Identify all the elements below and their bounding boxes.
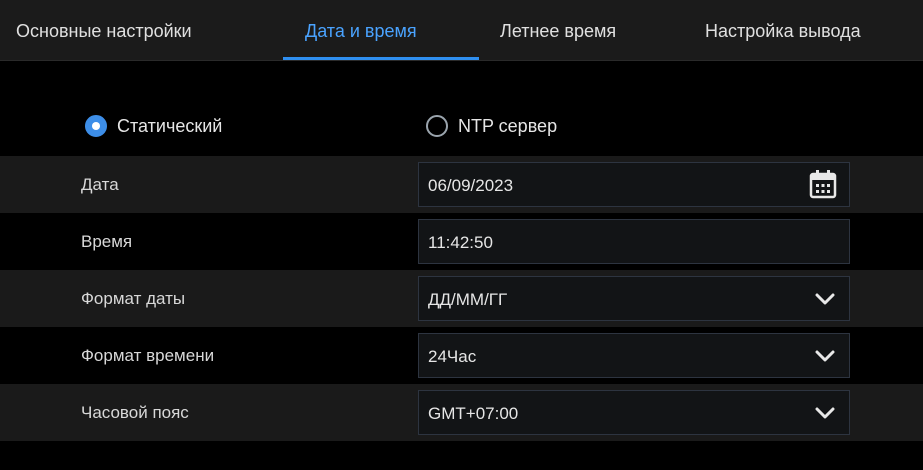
- row-time-format: Формат времени 24Час: [0, 327, 923, 384]
- settings-tab-bar: Основные настройки Дата и время Летнее в…: [0, 0, 923, 61]
- timezone-value: GMT+07:00: [428, 404, 519, 423]
- time-format-value: 24Час: [428, 347, 477, 366]
- date-format-value: ДД/ММ/ГГ: [428, 290, 508, 309]
- radio-checked-icon: [85, 115, 107, 137]
- active-tab-indicator: [283, 57, 479, 60]
- tab-basic-settings[interactable]: Основные настройки: [16, 0, 192, 60]
- time-format-label: Формат времени: [81, 346, 215, 365]
- timezone-select[interactable]: GMT+07:00: [418, 390, 850, 435]
- time-label: Время: [81, 232, 133, 251]
- date-value: 06/09/2023: [428, 176, 514, 195]
- radio-ntp-label: NTP сервер: [458, 115, 558, 136]
- tab-daylight-saving[interactable]: Летнее время: [500, 0, 616, 60]
- date-format-label: Формат даты: [81, 289, 186, 308]
- row-date: Дата 06/09/2023: [0, 156, 923, 213]
- chevron-down-icon: [815, 407, 835, 419]
- chevron-down-icon: [815, 350, 835, 362]
- time-field[interactable]: 11:42:50: [418, 219, 850, 264]
- timezone-label: Часовой пояс: [81, 403, 189, 422]
- row-time: Время 11:42:50: [0, 213, 923, 270]
- row-date-format: Формат даты ДД/ММ/ГГ: [0, 270, 923, 327]
- time-format-select[interactable]: 24Час: [418, 333, 850, 378]
- date-field[interactable]: 06/09/2023: [418, 162, 850, 207]
- radio-static-label: Статический: [117, 115, 223, 136]
- calendar-icon[interactable]: [809, 169, 837, 199]
- radio-unchecked-icon: [426, 115, 448, 137]
- chevron-down-icon: [815, 293, 835, 305]
- radio-static[interactable]: Статический: [85, 112, 222, 140]
- time-value: 11:42:50: [428, 233, 493, 252]
- date-format-select[interactable]: ДД/ММ/ГГ: [418, 276, 850, 321]
- tab-date-time[interactable]: Дата и время: [305, 0, 417, 60]
- tab-output-settings[interactable]: Настройка вывода: [705, 0, 861, 60]
- row-timezone: Часовой пояс GMT+07:00: [0, 384, 923, 441]
- date-label: Дата: [81, 175, 119, 194]
- radio-ntp-server[interactable]: NTP сервер: [426, 112, 557, 140]
- date-time-settings-page: Основные настройки Дата и время Летнее в…: [0, 0, 923, 470]
